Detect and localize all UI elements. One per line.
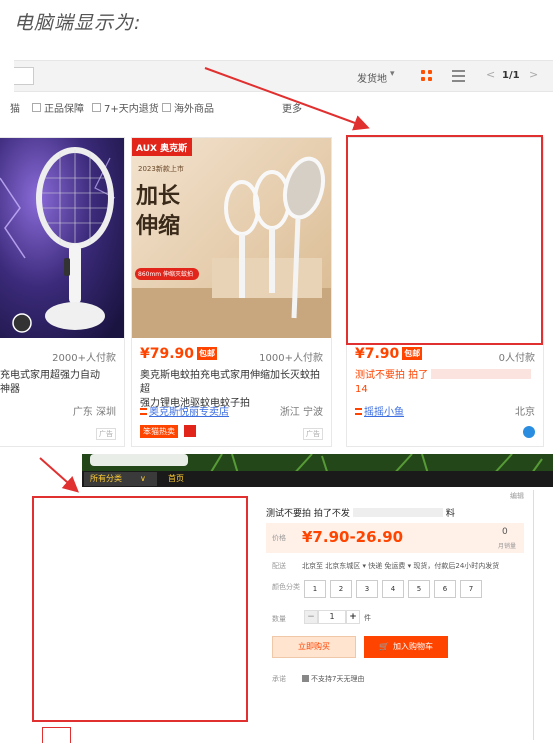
arrow-icon (39, 457, 79, 493)
arrow-icon (204, 67, 370, 131)
annotation-arrows (39, 67, 370, 493)
